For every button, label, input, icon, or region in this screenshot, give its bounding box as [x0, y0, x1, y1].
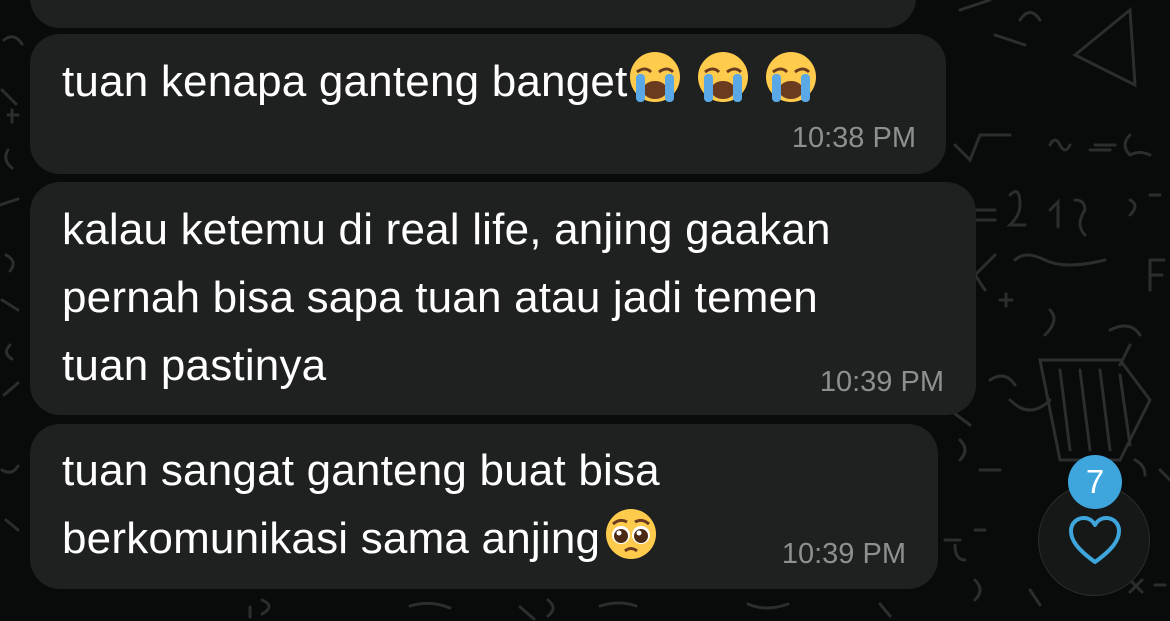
chat-screen: tuan kenapa ganteng banget 10:38 PM kala… [0, 0, 1170, 621]
message-timestamp: 10:39 PM [781, 538, 906, 570]
loudly-crying-face-emoji [764, 50, 818, 104]
message-timestamp: 10:39 PM [819, 366, 944, 398]
message-text-line: kalau ketemu di real life, anjing gaakan [62, 205, 831, 254]
message-bubble[interactable]: kalau ketemu di real life, anjing gaakan… [30, 182, 976, 415]
message-bubble[interactable]: tuan sangat ganteng buat bisa berkomunik… [30, 424, 938, 589]
message-text-line: pernah bisa sapa tuan atau jadi temen [62, 273, 818, 322]
message-text: tuan kenapa ganteng banget [62, 48, 818, 116]
loudly-crying-face-emoji [696, 50, 750, 104]
message-text-line: tuan pastinya [62, 341, 327, 390]
message-text-line: berkomunikasi sama anjing [62, 514, 601, 563]
loudly-crying-face-emoji [628, 50, 682, 104]
pleading-face-emoji [604, 507, 658, 561]
message-text-line: tuan kenapa ganteng banget [62, 57, 628, 106]
message-timestamp: 10:38 PM [791, 122, 916, 154]
message-bubble-previous [30, 0, 916, 28]
heart-outline-icon [1069, 516, 1121, 564]
reaction-count-badge[interactable]: 7 [1068, 455, 1122, 509]
message-text-line: tuan sangat ganteng buat bisa [62, 446, 660, 495]
message-text: berkomunikasi sama anjing [62, 505, 658, 573]
message-bubble[interactable]: tuan kenapa ganteng banget 10:38 PM [30, 34, 946, 174]
